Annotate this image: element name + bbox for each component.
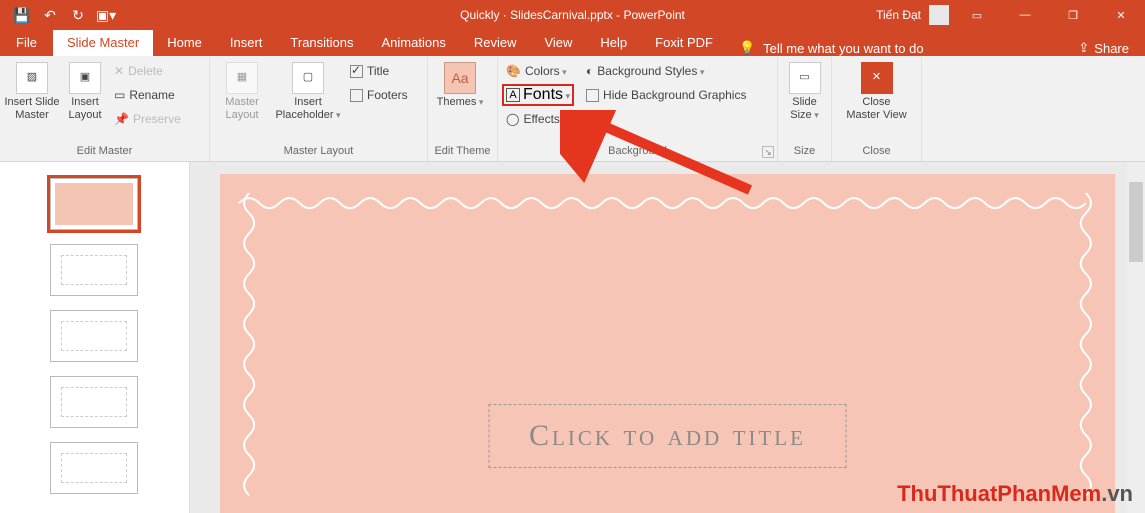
window-title: Quickly · SlidesCarnival.pptx - PowerPoi… bbox=[460, 8, 685, 22]
workspace: Click to add title bbox=[0, 162, 1145, 513]
fonts-button[interactable]: A Fonts bbox=[502, 84, 574, 106]
title-bar: 💾 ↶ ↻ ▣▾ Quickly · SlidesCarnival.pptx -… bbox=[0, 0, 1145, 30]
tab-insert[interactable]: Insert bbox=[216, 30, 277, 56]
close-icon: ✕ bbox=[861, 62, 893, 94]
fonts-icon: A bbox=[506, 88, 520, 102]
effects-icon: ◯ bbox=[506, 112, 519, 126]
insert-slide-master-icon: ▨ bbox=[16, 62, 48, 94]
layout-thumb[interactable] bbox=[50, 376, 138, 428]
ribbon-display-button[interactable]: ▭ bbox=[957, 0, 997, 30]
insert-placeholder-button[interactable]: ▢ Insert Placeholder bbox=[272, 58, 344, 122]
minimize-button[interactable]: — bbox=[1005, 0, 1045, 30]
tab-animations[interactable]: Animations bbox=[368, 30, 460, 56]
background-styles-icon: ◐ bbox=[586, 64, 593, 78]
tab-view[interactable]: View bbox=[530, 30, 586, 56]
tab-review[interactable]: Review bbox=[460, 30, 531, 56]
delete-button: ✕ Delete bbox=[110, 60, 185, 82]
layout-thumb[interactable] bbox=[50, 244, 138, 296]
tab-transitions[interactable]: Transitions bbox=[276, 30, 367, 56]
themes-icon: Aa bbox=[444, 62, 476, 94]
group-label-close: Close bbox=[836, 143, 917, 161]
user-avatar-icon[interactable] bbox=[929, 5, 949, 25]
insert-layout-icon: ▣ bbox=[69, 62, 101, 94]
slide: Click to add title bbox=[220, 174, 1115, 513]
redo-button[interactable]: ↻ bbox=[66, 3, 90, 27]
insert-slide-master-button[interactable]: ▨ Insert Slide Master bbox=[4, 58, 60, 122]
tell-me-search[interactable]: 💡 Tell me what you want to do bbox=[727, 40, 936, 56]
group-label-size: Size bbox=[782, 143, 827, 161]
group-size: ▭ Slide Size Size bbox=[778, 56, 832, 161]
group-edit-theme: Aa Themes Edit Theme bbox=[428, 56, 498, 161]
layout-thumb[interactable] bbox=[50, 310, 138, 362]
checkbox-icon bbox=[350, 89, 363, 102]
undo-button[interactable]: ↶ bbox=[38, 3, 62, 27]
colors-button[interactable]: 🎨 Colors bbox=[502, 60, 574, 82]
tab-slide-master[interactable]: Slide Master bbox=[53, 30, 153, 56]
hide-background-checkbox[interactable]: Hide Background Graphics bbox=[582, 84, 750, 106]
close-window-button[interactable]: ✕ bbox=[1101, 0, 1141, 30]
restore-button[interactable]: ❐ bbox=[1053, 0, 1093, 30]
master-layout-button[interactable]: ▦ Master Layout bbox=[214, 58, 270, 122]
insert-layout-button[interactable]: ▣ Insert Layout bbox=[62, 58, 108, 122]
rename-button[interactable]: ▭ Rename bbox=[110, 84, 185, 106]
master-layout-icon: ▦ bbox=[226, 62, 258, 94]
quick-access-toolbar: 💾 ↶ ↻ ▣▾ bbox=[0, 3, 118, 27]
close-master-view-button[interactable]: ✕ Close Master View bbox=[836, 58, 917, 122]
share-button[interactable]: ⇪ Share bbox=[1062, 40, 1145, 56]
tab-home[interactable]: Home bbox=[153, 30, 216, 56]
title-checkbox[interactable]: Title bbox=[346, 60, 412, 82]
tab-row: File Slide Master Home Insert Transition… bbox=[0, 30, 1145, 56]
background-styles-button[interactable]: ◐ Background Styles bbox=[582, 60, 750, 82]
vertical-scrollbar[interactable] bbox=[1127, 162, 1145, 513]
title-placeholder[interactable]: Click to add title bbox=[488, 404, 847, 468]
tab-file[interactable]: File bbox=[0, 30, 53, 56]
save-button[interactable]: 💾 bbox=[10, 3, 34, 27]
slide-master-thumb[interactable] bbox=[50, 178, 138, 230]
annotation-arrow-icon bbox=[560, 110, 760, 200]
slide-size-button[interactable]: ▭ Slide Size bbox=[782, 58, 827, 122]
group-label-master-layout: Master Layout bbox=[214, 143, 423, 161]
tab-foxit-pdf[interactable]: Foxit PDF bbox=[641, 30, 727, 56]
group-label-edit-master: Edit Master bbox=[4, 143, 205, 161]
start-from-beginning-button[interactable]: ▣▾ bbox=[94, 3, 118, 27]
lightbulb-icon: 💡 bbox=[739, 40, 755, 56]
checkbox-icon bbox=[586, 89, 599, 102]
themes-button[interactable]: Aa Themes bbox=[432, 58, 488, 109]
dialog-launcher-icon[interactable]: ↘ bbox=[762, 146, 774, 158]
delete-icon: ✕ bbox=[114, 64, 124, 78]
user-name[interactable]: Tiến Đạt bbox=[876, 8, 921, 22]
group-master-layout: ▦ Master Layout ▢ Insert Placeholder Tit… bbox=[210, 56, 428, 161]
colors-icon: 🎨 bbox=[506, 64, 521, 78]
tab-help[interactable]: Help bbox=[586, 30, 641, 56]
group-label-edit-theme: Edit Theme bbox=[432, 143, 493, 161]
slide-canvas[interactable]: Click to add title bbox=[190, 162, 1145, 513]
rename-icon: ▭ bbox=[114, 88, 125, 102]
slide-size-icon: ▭ bbox=[789, 62, 821, 94]
preserve-icon: 📌 bbox=[114, 112, 129, 126]
thumbnail-panel[interactable] bbox=[0, 162, 190, 513]
insert-placeholder-icon: ▢ bbox=[292, 62, 324, 94]
footers-checkbox[interactable]: Footers bbox=[346, 84, 412, 106]
layout-thumb[interactable] bbox=[50, 442, 138, 494]
preserve-button: 📌 Preserve bbox=[110, 108, 185, 130]
checkbox-icon bbox=[350, 65, 363, 78]
group-close: ✕ Close Master View Close bbox=[832, 56, 922, 161]
group-edit-master: ▨ Insert Slide Master ▣ Insert Layout ✕ … bbox=[0, 56, 210, 161]
share-icon: ⇪ bbox=[1078, 40, 1089, 56]
watermark-text: ThuThuatPhanMem.vn bbox=[897, 481, 1133, 507]
